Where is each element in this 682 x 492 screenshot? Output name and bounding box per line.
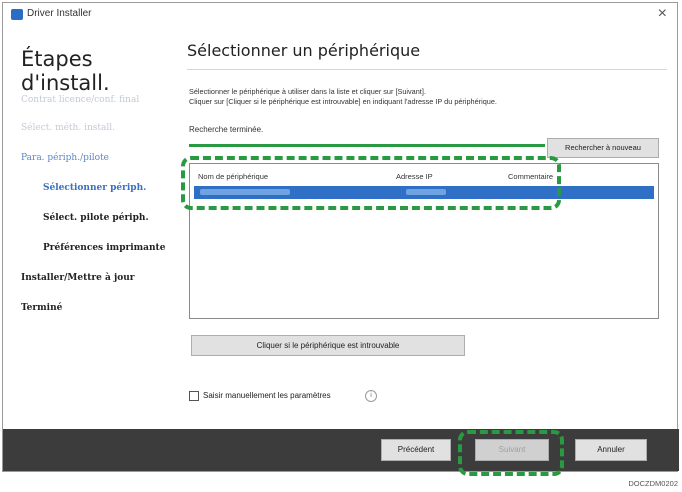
close-icon[interactable]: × [658, 5, 667, 23]
footer-bar: Précédent Suivant Annuler [3, 429, 679, 471]
manual-settings-checkbox[interactable] [189, 391, 199, 401]
document-code: DOCZDM0202 [628, 479, 678, 488]
step-install-method: Sélect. méth. install. [21, 123, 115, 133]
search-status: Recherche terminée. [189, 125, 264, 134]
next-button[interactable]: Suivant [475, 439, 549, 461]
installer-window: Driver Installer × Étapes d'install. Con… [2, 2, 679, 472]
page-title: Sélectionner un périphérique [187, 41, 421, 60]
column-header-name[interactable]: Nom de périphérique [198, 172, 268, 181]
device-not-found-button[interactable]: Cliquer si le périphérique est introuvab… [191, 335, 465, 356]
device-list[interactable]: Nom de périphérique Adresse IP Commentai… [189, 163, 659, 319]
install-steps-sidebar: Étapes d'install. Contrat licence/conf. … [3, 27, 175, 429]
step-select-device: Sélectionner périph. [43, 183, 147, 193]
title-bar: Driver Installer × [3, 3, 677, 27]
instructions: Sélectionner le périphérique à utiliser … [189, 87, 497, 107]
device-name-cell [200, 189, 290, 195]
column-header-comment[interactable]: Commentaire [508, 172, 553, 181]
manual-settings-label[interactable]: Saisir manuellement les paramètres [203, 391, 331, 400]
research-button[interactable]: Rechercher à nouveau [547, 138, 659, 158]
cancel-button[interactable]: Annuler [575, 439, 647, 461]
step-license: Contrat licence/conf. final [21, 95, 140, 105]
step-device-driver-settings: Para. périph./pilote [21, 153, 110, 163]
title-divider [187, 69, 667, 70]
instruction-line-2: Cliquer sur [Cliquer si le périphérique … [189, 97, 497, 106]
step-finished: Terminé [21, 303, 63, 313]
step-printer-preferences: Préférences imprimante [43, 243, 166, 253]
installer-app-icon [11, 9, 23, 20]
column-header-ip[interactable]: Adresse IP [396, 172, 433, 181]
info-icon[interactable]: i [365, 390, 377, 402]
search-progress-bar [189, 144, 545, 147]
window-title: Driver Installer [27, 8, 92, 19]
main-panel: Sélectionner un périphérique Sélectionne… [175, 27, 679, 429]
instruction-line-1: Sélectionner le périphérique à utiliser … [189, 87, 426, 96]
device-row-selected[interactable] [194, 186, 654, 199]
previous-button[interactable]: Précédent [381, 439, 451, 461]
device-ip-cell [406, 189, 446, 195]
step-install-update: Installer/Mettre à jour [21, 273, 135, 283]
step-select-driver: Sélect. pilote périph. [43, 213, 149, 223]
sidebar-title: Étapes d'install. [21, 47, 110, 95]
